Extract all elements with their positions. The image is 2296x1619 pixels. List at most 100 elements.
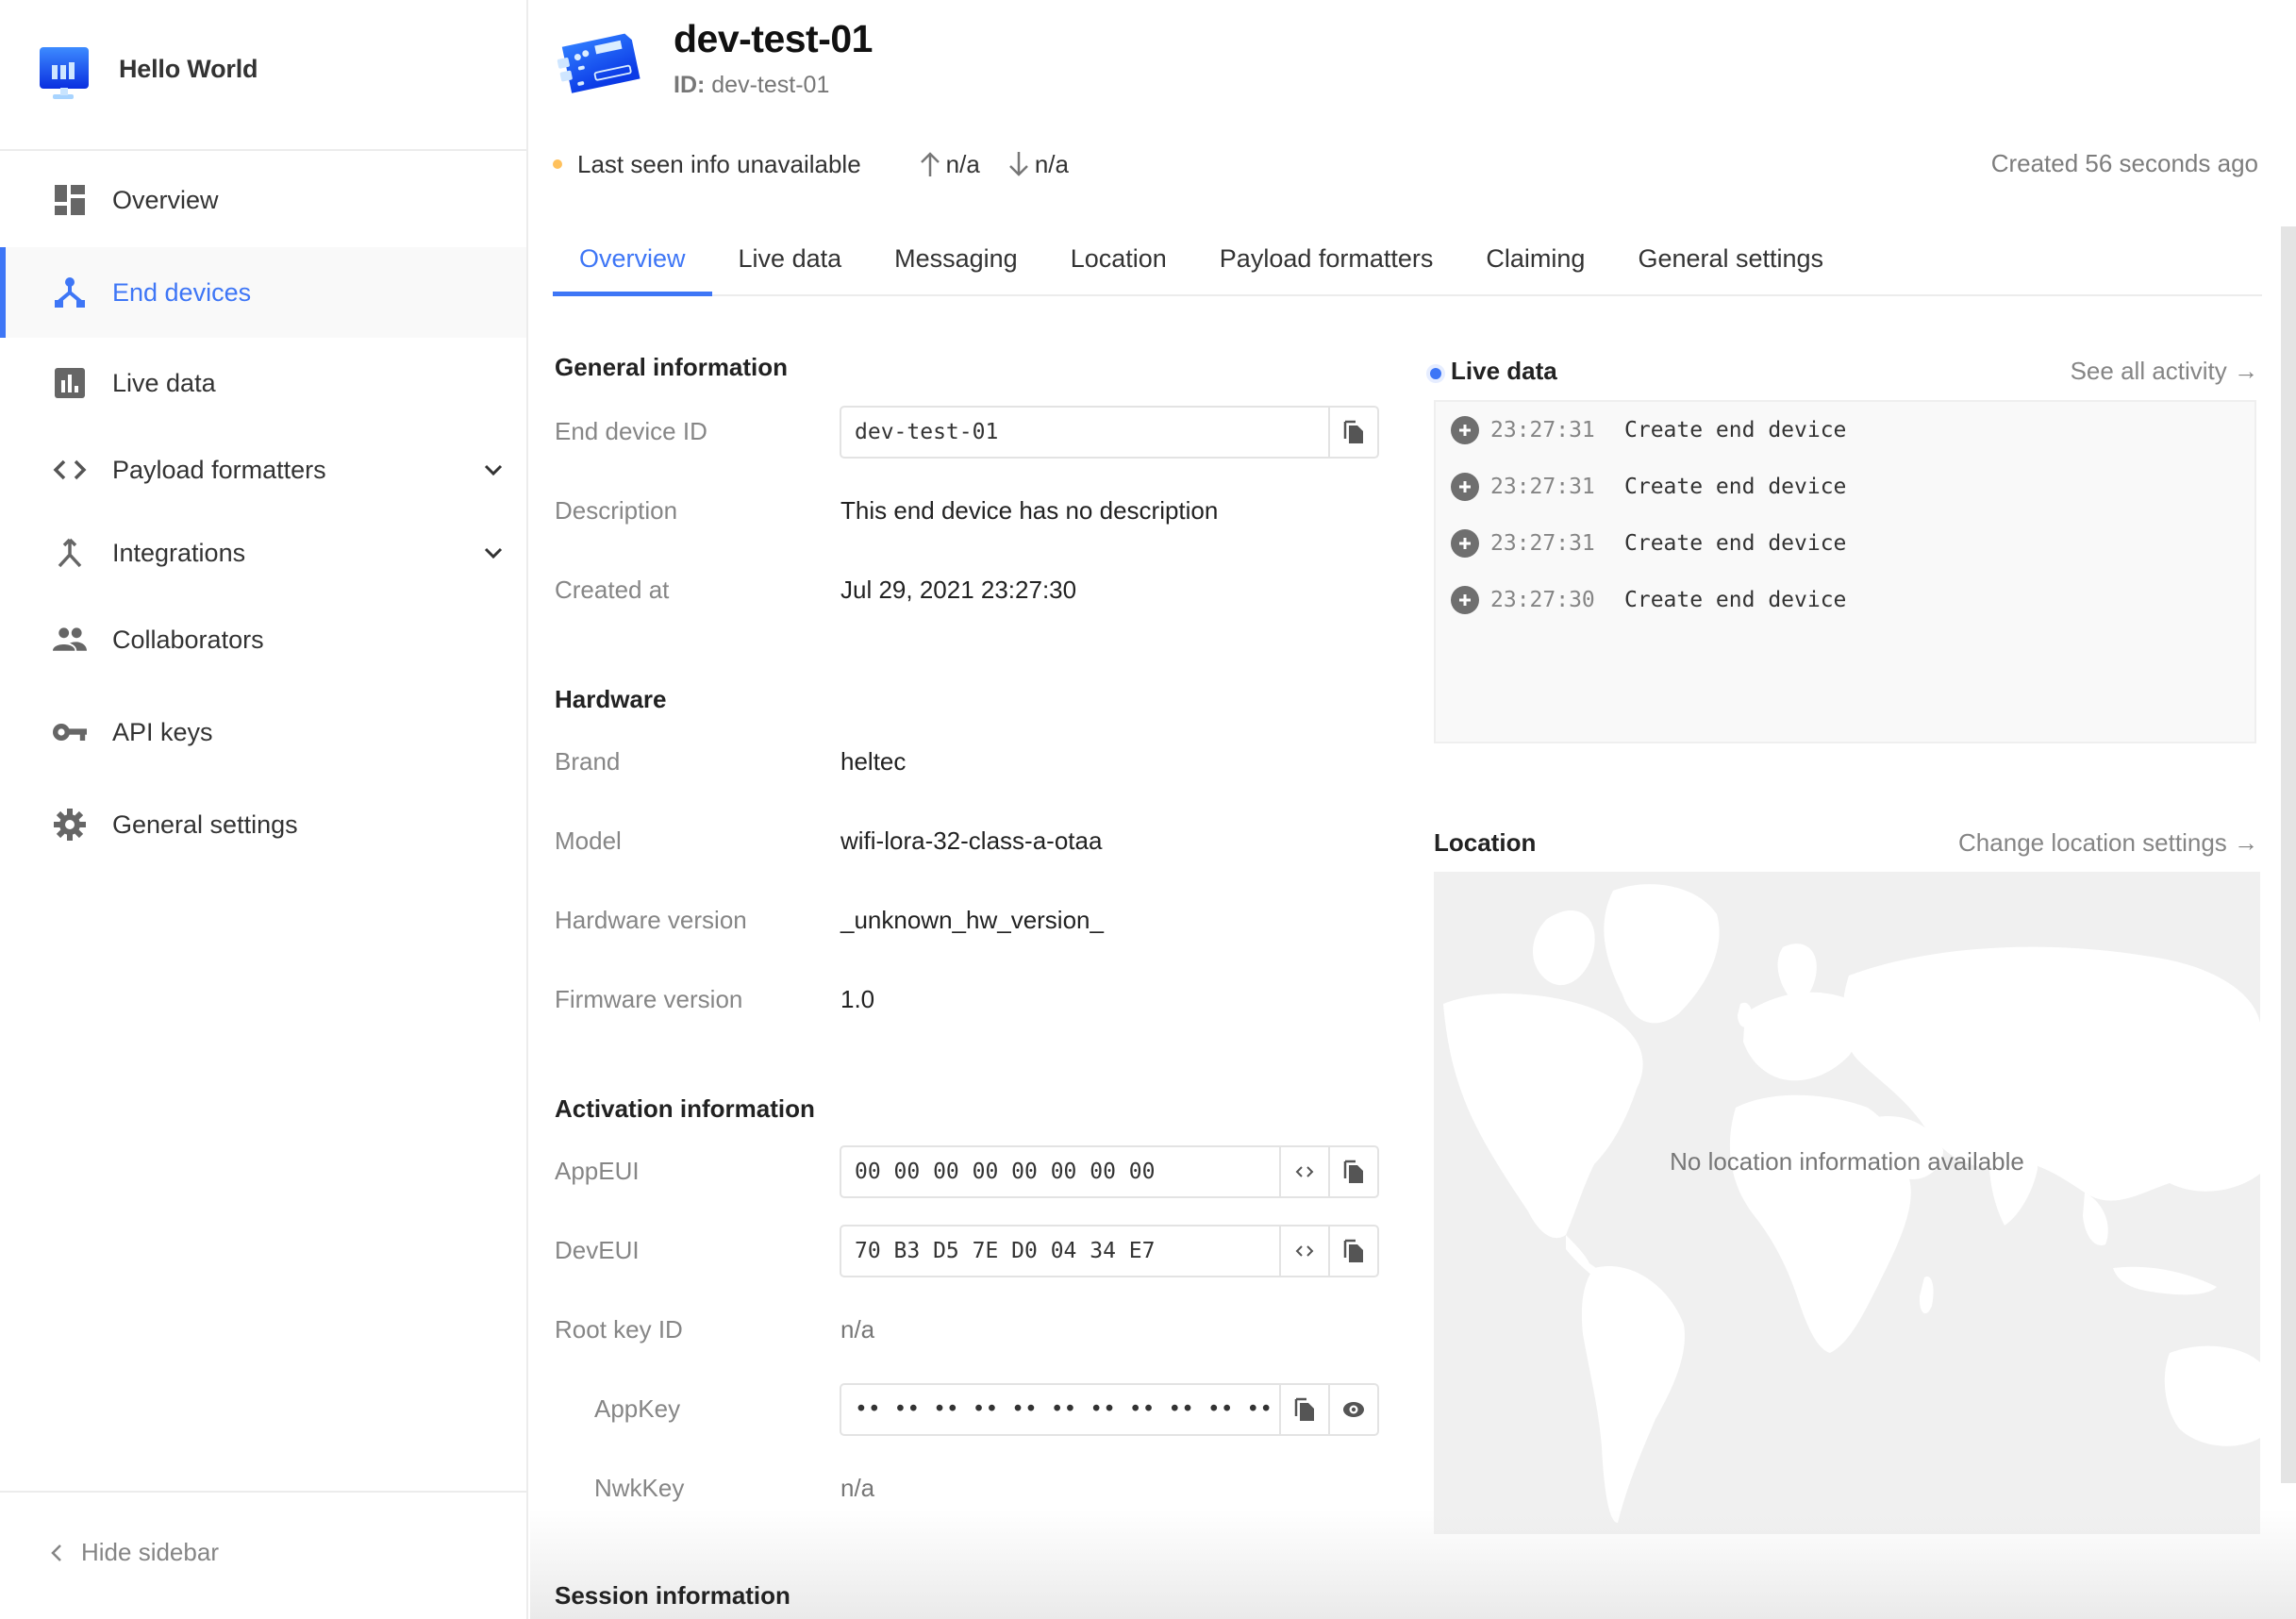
toggle-byte-format-button[interactable]	[1279, 1147, 1328, 1196]
appeui-field: 00 00 00 00 00 00 00 00	[840, 1145, 1379, 1198]
see-all-activity-link[interactable]: See all activity →	[2071, 357, 2258, 386]
plus-circle-icon	[1451, 416, 1479, 444]
sidebar-footer: Hide sidebar	[0, 1491, 526, 1619]
sidebar-item-general-settings[interactable]: General settings	[0, 779, 526, 870]
sidebar-item-label: End devices	[112, 277, 252, 307]
created-ago: Created 56 seconds ago	[1990, 149, 2258, 177]
device-tabs: Overview Live data Messaging Location Pa…	[553, 223, 2262, 296]
general-info-heading: General information	[555, 353, 789, 381]
sidebar-item-label: Payload formatters	[112, 455, 326, 484]
device-status-row: Last seen info unavailable n/a n/a	[553, 145, 1069, 183]
key-icon	[53, 715, 87, 749]
hide-sidebar-button[interactable]: Hide sidebar	[47, 1538, 219, 1567]
sidebar-item-payload-formatters[interactable]: Payload formatters	[0, 425, 526, 515]
copy-button[interactable]	[1328, 1147, 1377, 1196]
sidebar-item-end-devices[interactable]: End devices	[0, 247, 526, 338]
root-key-id-label: Root key ID	[555, 1315, 683, 1344]
tab-location[interactable]: Location	[1044, 223, 1193, 294]
page-scrollbar[interactable]	[2281, 226, 2296, 1483]
sidebar-item-label: Integrations	[112, 538, 246, 567]
location-heading: Location	[1434, 828, 1537, 857]
created-at-label: Created at	[555, 576, 670, 604]
event-row[interactable]: 23:27:31 Create end device	[1451, 468, 1846, 506]
event-message: Create end device	[1624, 531, 1847, 556]
no-location-message: No location information available	[1670, 1147, 2024, 1176]
brand-label: Brand	[555, 747, 621, 776]
tab-overview[interactable]: Overview	[553, 223, 712, 296]
uplink-counter: n/a	[918, 150, 980, 179]
chevron-down-icon[interactable]	[481, 458, 506, 482]
event-message: Create end device	[1624, 588, 1847, 612]
end-device-id-value[interactable]: dev-test-01	[841, 408, 1328, 457]
tab-payload-formatters[interactable]: Payload formatters	[1193, 223, 1460, 294]
deveui-value[interactable]: 70 B3 D5 7E D0 04 34 E7	[841, 1227, 1279, 1276]
sidebar-item-label: Collaborators	[112, 625, 264, 654]
show-key-button[interactable]	[1328, 1385, 1377, 1434]
device-id-value: dev-test-01	[711, 72, 830, 98]
live-events-list: 23:27:31 Create end device 23:27:31 Crea…	[1434, 400, 2256, 743]
app-name: Hello World	[119, 55, 258, 83]
copy-button[interactable]	[1279, 1385, 1328, 1434]
created-at-value: Jul 29, 2021 23:27:30	[840, 576, 1077, 604]
central-america-shape	[1566, 1235, 1596, 1276]
sidebar-item-api-keys[interactable]: API keys	[0, 687, 526, 777]
activation-heading: Activation information	[555, 1094, 815, 1123]
nwkkey-value: n/a	[840, 1474, 875, 1502]
sidebar-item-integrations[interactable]: Integrations	[0, 508, 526, 598]
hide-sidebar-label: Hide sidebar	[81, 1538, 219, 1566]
toggle-byte-format-button[interactable]	[1279, 1227, 1328, 1276]
sidebar-item-overview[interactable]: Overview	[0, 155, 526, 245]
nwkkey-label: NwkKey	[594, 1474, 685, 1502]
event-row[interactable]: 23:27:30 Create end device	[1451, 581, 1846, 619]
copy-button[interactable]	[1328, 1227, 1377, 1276]
sidebar: Hello World Overview End devices Live da…	[0, 0, 528, 1619]
sidebar-item-collaborators[interactable]: Collaborators	[0, 594, 526, 685]
merge-icon	[53, 536, 87, 570]
copy-button[interactable]	[1328, 408, 1377, 457]
plus-circle-icon	[1451, 586, 1479, 614]
end-device-id-field: dev-test-01	[840, 406, 1379, 459]
devices-tree-icon	[53, 275, 87, 309]
uplink-value: n/a	[945, 149, 980, 178]
hardware-heading: Hardware	[555, 685, 667, 713]
downlink-counter: n/a	[1007, 150, 1069, 179]
description-value: This end device has no description	[840, 496, 1219, 525]
event-time: 23:27:31	[1490, 531, 1595, 556]
deveui-field: 70 B3 D5 7E D0 04 34 E7	[840, 1225, 1379, 1277]
north-america-shape	[1443, 993, 1643, 1239]
appkey-value[interactable]: •• •• •• •• •• •• •• •• •• •• •• •• •• •…	[841, 1385, 1279, 1434]
chevron-down-icon[interactable]	[481, 541, 506, 565]
model-label: Model	[555, 826, 622, 855]
event-row[interactable]: 23:27:31 Create end device	[1451, 525, 1846, 562]
plus-circle-icon	[1451, 529, 1479, 558]
tab-messaging[interactable]: Messaging	[868, 223, 1044, 294]
world-map-graphic	[1443, 884, 2260, 1523]
status-indicator	[553, 159, 562, 169]
tab-claiming[interactable]: Claiming	[1459, 223, 1611, 294]
sidebar-item-label: Overview	[112, 185, 219, 214]
change-location-settings-link[interactable]: Change location settings →	[1958, 828, 2258, 858]
device-title: dev-test-01	[674, 17, 873, 60]
end-device-id-label: End device ID	[555, 417, 707, 445]
appkey-field: •• •• •• •• •• •• •• •• •• •• •• •• •• •…	[840, 1383, 1379, 1436]
copy-icon	[1343, 420, 1363, 443]
bar-chart-icon	[53, 366, 87, 400]
greenland-shape	[1604, 884, 1720, 1024]
main-content: dev-test-01 ID: dev-test-01 Last seen in…	[530, 0, 2281, 1619]
code-icon	[1295, 1166, 1314, 1177]
tab-live-data[interactable]: Live data	[712, 223, 869, 294]
device-id: ID: dev-test-01	[674, 72, 829, 99]
indonesia-shape	[2113, 1266, 2217, 1295]
sidebar-item-live-data[interactable]: Live data	[0, 338, 526, 428]
tab-general-settings[interactable]: General settings	[1611, 223, 1850, 294]
australia-shape	[2164, 1345, 2260, 1446]
end-device-board-icon	[557, 33, 641, 93]
event-row[interactable]: 23:27:31 Create end device	[1451, 411, 1846, 449]
live-data-heading: Live data	[1451, 357, 1557, 385]
last-seen-status: Last seen info unavailable	[577, 149, 861, 178]
event-time: 23:27:31	[1490, 418, 1595, 442]
dashboard-icon	[53, 183, 87, 217]
appeui-value[interactable]: 00 00 00 00 00 00 00 00	[841, 1147, 1279, 1196]
sidebar-item-label: General settings	[112, 810, 298, 839]
uk-shape	[1738, 1002, 1753, 1027]
